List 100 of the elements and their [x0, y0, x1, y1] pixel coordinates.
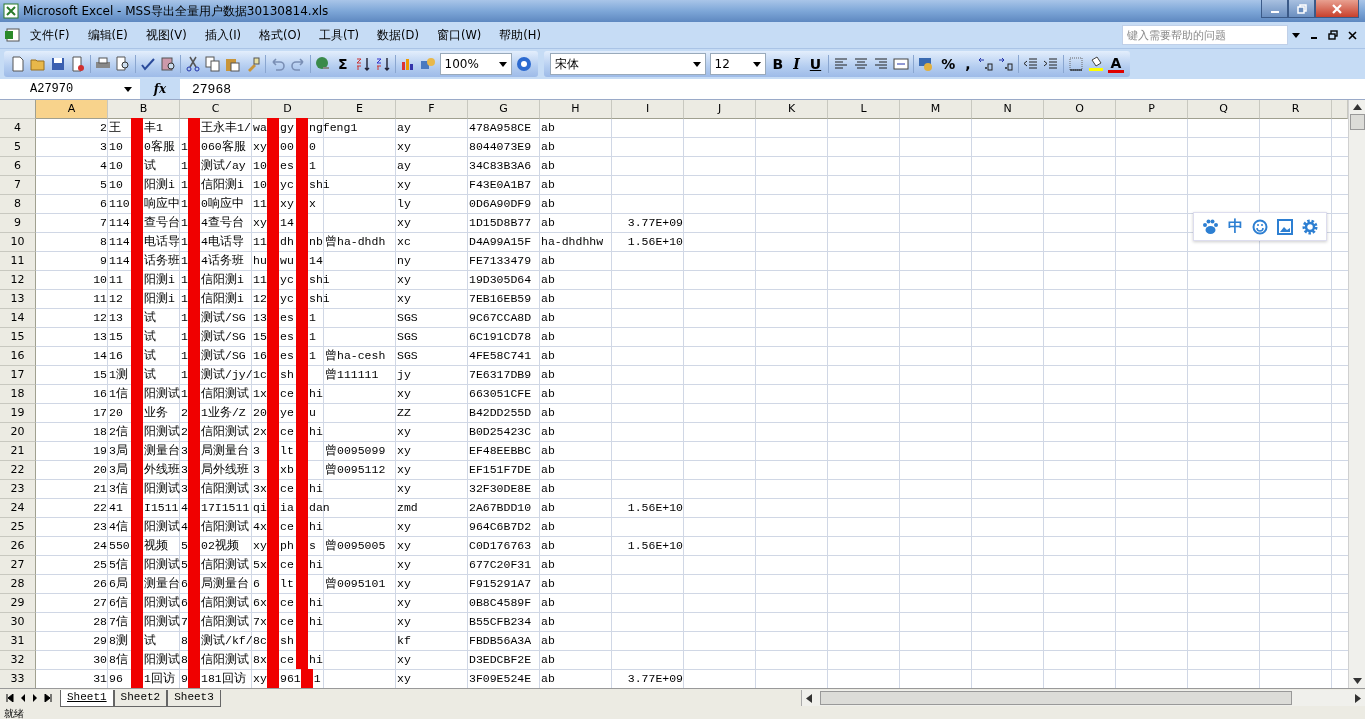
row-header[interactable]: 30: [0, 613, 36, 632]
autosum-button[interactable]: Σ: [335, 56, 351, 72]
row-header[interactable]: 20: [0, 423, 36, 442]
minimize-button[interactable]: [1261, 0, 1288, 18]
cut-icon[interactable]: [185, 56, 201, 72]
row-header[interactable]: 27: [0, 556, 36, 575]
document-icon[interactable]: [70, 56, 86, 72]
row-header[interactable]: 6: [0, 157, 36, 176]
menu-item[interactable]: 格式(O): [251, 25, 310, 45]
zoom-dropdown[interactable]: 100%: [439, 53, 512, 75]
row-header[interactable]: 33: [0, 670, 36, 688]
sheet-tab[interactable]: Sheet1: [60, 689, 114, 707]
column-header[interactable]: O: [1044, 100, 1116, 119]
row-header[interactable]: 7: [0, 176, 36, 195]
last-sheet-icon[interactable]: [44, 694, 52, 702]
row-header[interactable]: 29: [0, 594, 36, 613]
spreadsheet-icon[interactable]: [4, 27, 20, 43]
first-sheet-icon[interactable]: [6, 694, 14, 702]
row-header[interactable]: 15: [0, 328, 36, 347]
column-header[interactable]: J: [684, 100, 756, 119]
column-header[interactable]: D: [252, 100, 324, 119]
format-button[interactable]: U: [806, 56, 825, 72]
column-header[interactable]: A: [36, 100, 108, 119]
row-header[interactable]: 22: [0, 461, 36, 480]
formula-field[interactable]: 27968: [180, 81, 231, 97]
column-header[interactable]: P: [1116, 100, 1188, 119]
scroll-up-icon[interactable]: [1352, 104, 1362, 110]
row-header[interactable]: 26: [0, 537, 36, 556]
increase-decimal-icon[interactable]: [977, 56, 994, 72]
help-icon[interactable]: [515, 56, 532, 72]
sort-ascending-icon[interactable]: [354, 56, 371, 72]
restore-icon[interactable]: [1328, 30, 1338, 40]
sheet-tab[interactable]: Sheet3: [167, 689, 221, 707]
font-size-dropdown[interactable]: 12: [709, 53, 766, 75]
help-search-field[interactable]: 键入需要帮助的问题: [1122, 25, 1288, 45]
column-header[interactable]: M: [900, 100, 972, 119]
close-icon[interactable]: [1348, 30, 1357, 40]
settings-icon[interactable]: [1302, 218, 1318, 235]
format-button[interactable]: I: [790, 56, 803, 72]
column-header[interactable]: G: [468, 100, 540, 119]
row-header[interactable]: 11: [0, 252, 36, 271]
row-header[interactable]: 24: [0, 499, 36, 518]
spelling-icon[interactable]: [140, 56, 156, 72]
column-header[interactable]: N: [972, 100, 1044, 119]
close-button[interactable]: [1315, 0, 1359, 18]
borders-icon[interactable]: [1067, 56, 1084, 72]
align-left-icon[interactable]: [833, 56, 850, 72]
column-header[interactable]: K: [756, 100, 828, 119]
dropdown-arrow-icon[interactable]: [1292, 32, 1300, 38]
restore-button[interactable]: [1288, 0, 1315, 18]
menu-item[interactable]: 帮助(H): [491, 25, 549, 45]
scroll-down-icon[interactable]: [1352, 678, 1362, 684]
align-center-icon[interactable]: [853, 56, 870, 72]
fill-color-icon[interactable]: [1087, 56, 1104, 72]
language-toggle[interactable]: 中: [1228, 217, 1243, 236]
save-icon[interactable]: [50, 56, 66, 72]
column-header[interactable]: C: [180, 100, 252, 119]
row-header[interactable]: 14: [0, 309, 36, 328]
scroll-left-icon[interactable]: [805, 693, 812, 703]
image-icon[interactable]: [1277, 218, 1293, 235]
column-header[interactable]: R: [1260, 100, 1332, 119]
horizontal-scrollbar[interactable]: [800, 690, 1365, 706]
comma-button[interactable]: ,: [962, 56, 974, 72]
font-color-button[interactable]: A: [1107, 55, 1125, 73]
column-header[interactable]: E: [324, 100, 396, 119]
insert-function-button[interactable]: fx: [140, 79, 180, 99]
row-header[interactable]: 32: [0, 651, 36, 670]
next-sheet-icon[interactable]: [32, 694, 38, 702]
row-header[interactable]: 23: [0, 480, 36, 499]
percent-button[interactable]: %: [938, 56, 959, 72]
column-header[interactable]: B: [108, 100, 180, 119]
copy-icon[interactable]: [205, 56, 221, 72]
merge-cells-icon[interactable]: [893, 56, 910, 72]
dropdown-arrow-icon[interactable]: [752, 61, 761, 67]
menu-item[interactable]: 视图(V): [137, 25, 195, 45]
align-right-icon[interactable]: [873, 56, 890, 72]
row-header[interactable]: 31: [0, 632, 36, 651]
font-dropdown[interactable]: 宋体: [549, 53, 706, 75]
decrease-decimal-icon[interactable]: [997, 56, 1014, 72]
row-header[interactable]: 28: [0, 575, 36, 594]
row-header[interactable]: 9: [0, 214, 36, 233]
row-header[interactable]: 21: [0, 442, 36, 461]
dropdown-arrow-icon[interactable]: [124, 86, 132, 92]
menu-item[interactable]: 文件(F): [22, 25, 78, 45]
previous-sheet-icon[interactable]: [20, 694, 26, 702]
new-file-icon[interactable]: [10, 56, 26, 72]
menu-item[interactable]: 数据(D): [369, 25, 427, 45]
row-header[interactable]: 10: [0, 233, 36, 252]
format-button[interactable]: B: [769, 56, 787, 72]
dropdown-arrow-icon[interactable]: [498, 61, 507, 67]
outdent-icon[interactable]: [1022, 56, 1039, 72]
row-header[interactable]: 25: [0, 518, 36, 537]
row-header[interactable]: 17: [0, 366, 36, 385]
paste-icon[interactable]: [225, 56, 241, 72]
smiley-icon[interactable]: [1252, 218, 1268, 235]
column-header[interactable]: F: [396, 100, 468, 119]
globe-link-icon[interactable]: [315, 56, 331, 72]
row-header[interactable]: 5: [0, 138, 36, 157]
currency-icon[interactable]: [918, 56, 935, 72]
row-header[interactable]: 13: [0, 290, 36, 309]
